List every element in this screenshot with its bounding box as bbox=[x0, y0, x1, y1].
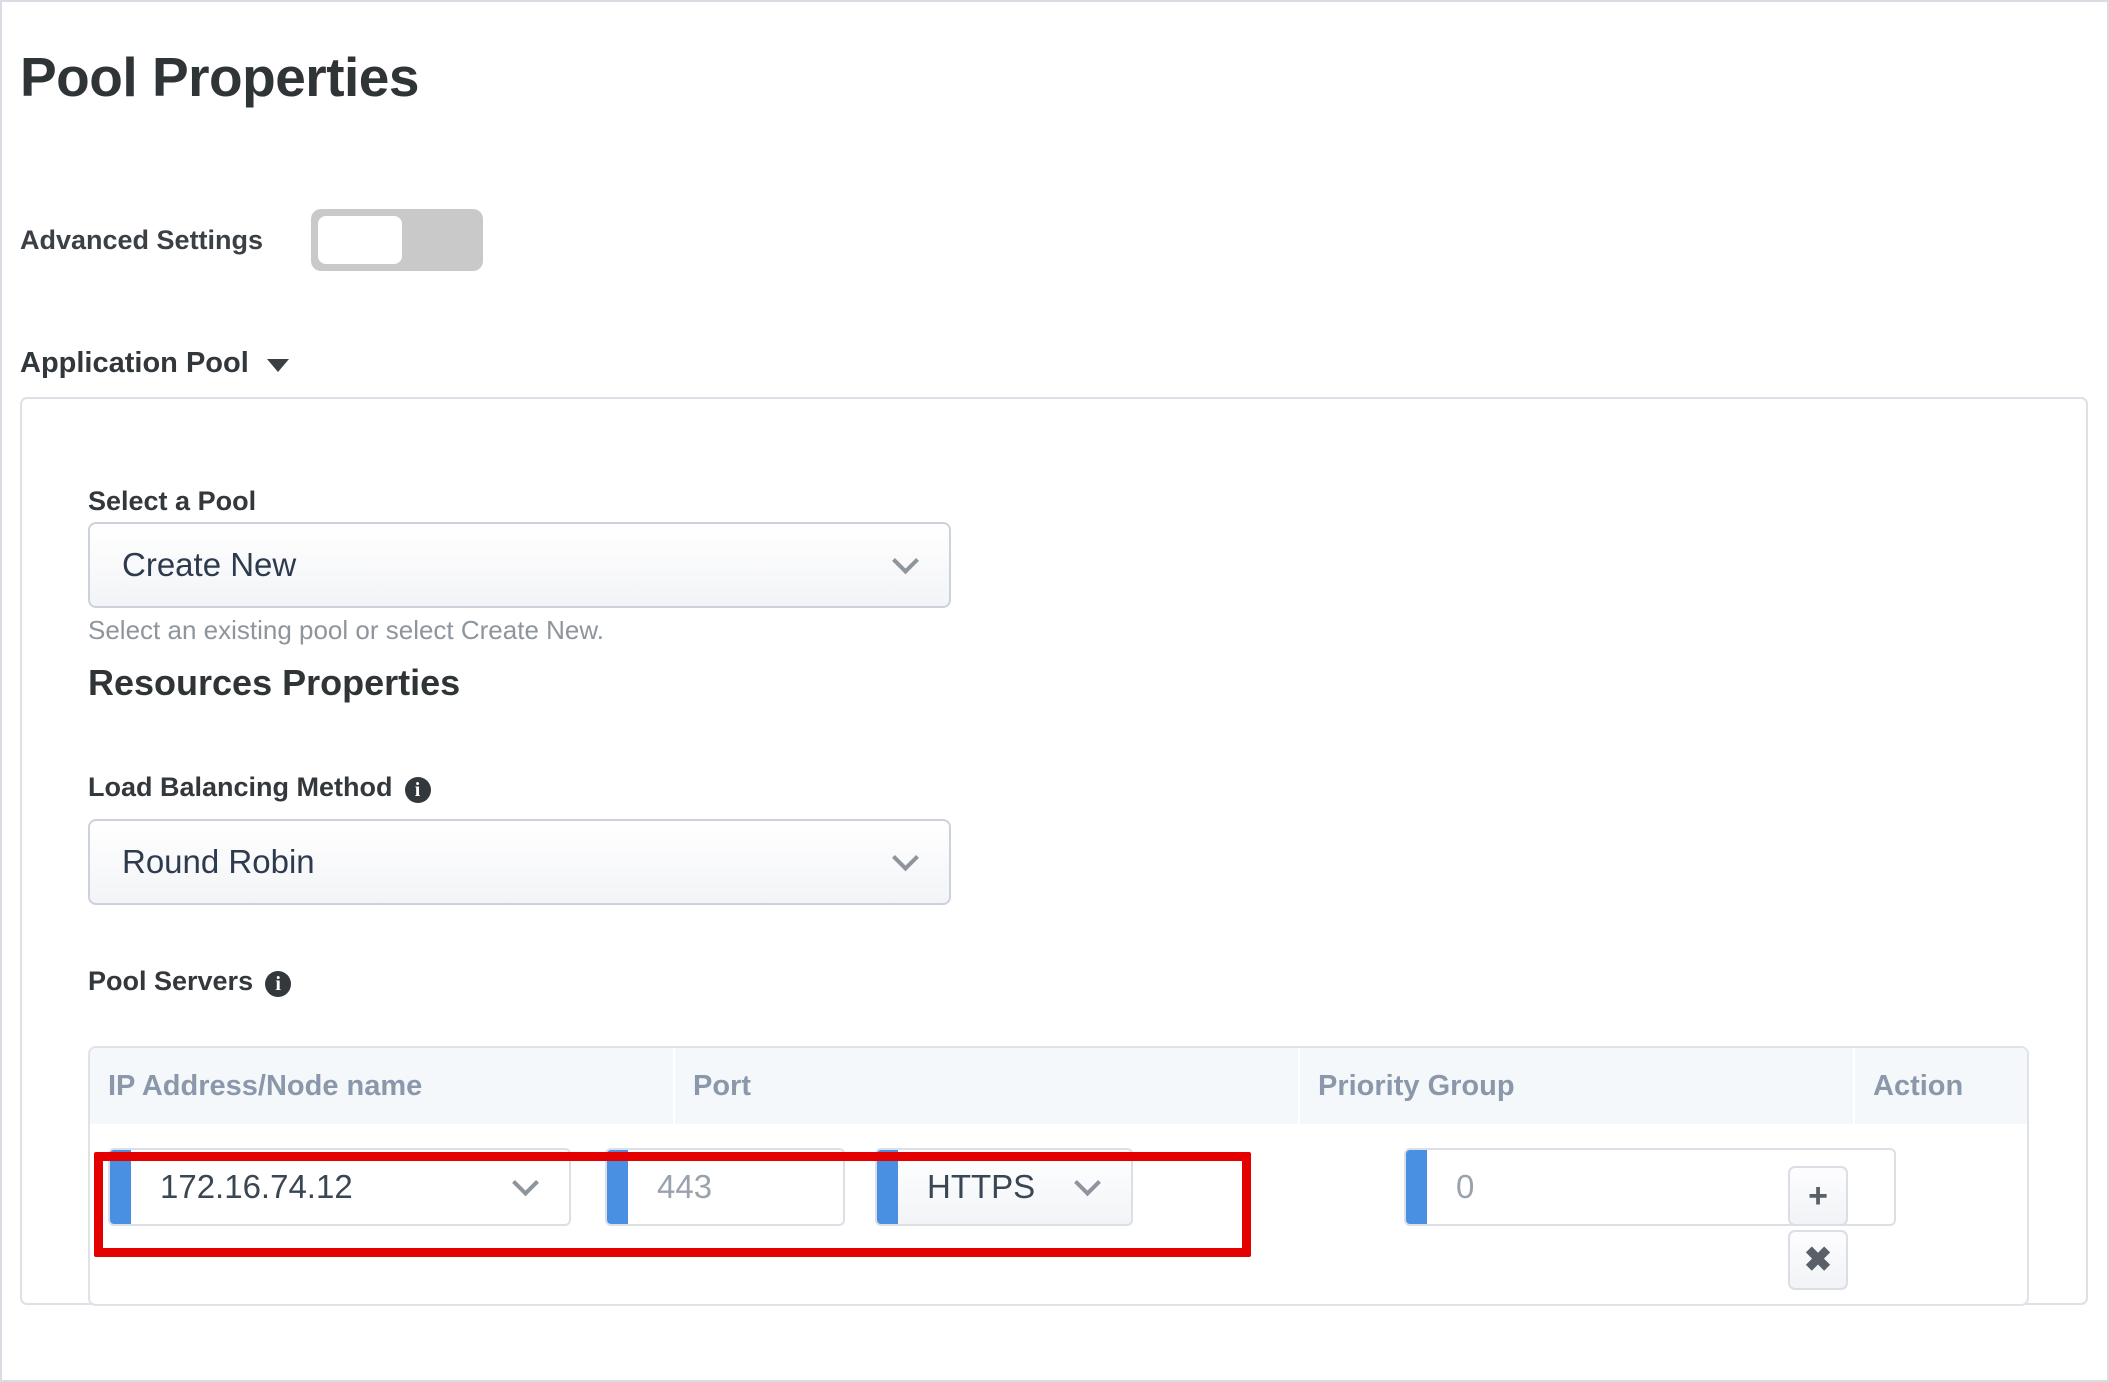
select-pool-label: Select a Pool bbox=[88, 486, 257, 516]
table-header-row: IP Address/Node name Port Priority Group… bbox=[90, 1048, 2027, 1124]
row-action-buttons: + ✖ bbox=[1788, 1166, 1848, 1290]
chevron-down-icon[interactable] bbox=[1074, 1169, 1101, 1197]
select-pool-value: Create New bbox=[122, 546, 297, 583]
resources-properties-heading: Resources Properties bbox=[88, 662, 461, 703]
load-balancing-method-label: Load Balancing Method i bbox=[88, 772, 431, 803]
advanced-settings-toggle[interactable] bbox=[311, 209, 484, 271]
chevron-down-icon[interactable] bbox=[512, 1169, 539, 1197]
column-header-port: Port bbox=[675, 1048, 1300, 1124]
table-row: 172.16.74.12 443 HTTPS 0 bbox=[90, 1124, 2027, 1226]
ip-address-value: 172.16.74.12 bbox=[160, 1168, 353, 1205]
protocol-value: HTTPS bbox=[927, 1168, 1036, 1205]
pool-servers-table: IP Address/Node name Port Priority Group… bbox=[88, 1046, 2029, 1306]
info-icon[interactable]: i bbox=[404, 776, 431, 803]
column-header-ip-address: IP Address/Node name bbox=[90, 1048, 675, 1124]
select-pool-help-text: Select an existing pool or select Create… bbox=[88, 615, 604, 645]
priority-group-value: 0 bbox=[1456, 1168, 1475, 1205]
chevron-down-icon[interactable] bbox=[892, 844, 919, 872]
info-icon[interactable]: i bbox=[265, 970, 292, 997]
chevron-down-icon[interactable] bbox=[892, 547, 919, 575]
column-header-action: Action bbox=[1873, 1069, 1964, 1102]
port-input[interactable]: 443 bbox=[605, 1148, 845, 1226]
chevron-down-icon[interactable] bbox=[266, 359, 289, 372]
ip-address-input[interactable]: 172.16.74.12 bbox=[108, 1148, 571, 1226]
pool-properties-page: Pool Properties Advanced Settings Applic… bbox=[0, 0, 2109, 1382]
advanced-settings-row: Advanced Settings bbox=[20, 209, 484, 271]
application-pool-section-header[interactable]: Application Pool bbox=[20, 347, 289, 380]
remove-row-button[interactable]: ✖ bbox=[1788, 1230, 1848, 1290]
select-pool-dropdown[interactable]: Create New bbox=[88, 522, 951, 608]
advanced-settings-label: Advanced Settings bbox=[20, 224, 264, 255]
port-value: 443 bbox=[657, 1168, 713, 1205]
load-balancing-method-value: Round Robin bbox=[122, 843, 315, 880]
toggle-knob bbox=[318, 216, 403, 264]
column-header-priority-group: Priority Group bbox=[1300, 1048, 1855, 1124]
pool-servers-label: Pool Servers i bbox=[88, 966, 292, 997]
add-row-button[interactable]: + bbox=[1788, 1166, 1848, 1226]
protocol-dropdown[interactable]: HTTPS bbox=[875, 1148, 1133, 1226]
load-balancing-method-dropdown[interactable]: Round Robin bbox=[88, 819, 951, 905]
page-title: Pool Properties bbox=[20, 46, 419, 108]
application-pool-heading: Application Pool bbox=[20, 347, 249, 379]
